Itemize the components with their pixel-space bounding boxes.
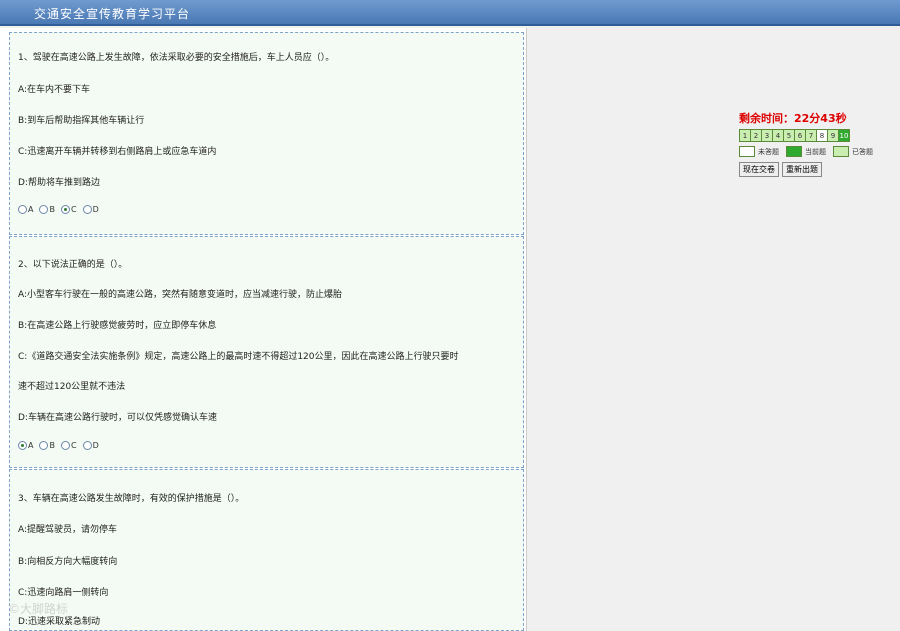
radio-label: A <box>28 441 34 450</box>
option-b: B:到车后帮助指挥其他车辆让行 <box>18 116 145 126</box>
legend-swatch-unanswered <box>739 146 755 157</box>
option-a: A:提醒驾驶员，请勿停车 <box>18 525 118 535</box>
legend-label-unanswered: 未答题 <box>758 147 779 156</box>
question-nav: 1 2 3 4 5 6 7 8 9 10 <box>739 129 877 142</box>
radio-a[interactable] <box>18 441 27 450</box>
header-bar: 交通安全宣传教育学习平台 <box>0 0 900 26</box>
radio-c[interactable] <box>60 441 70 450</box>
radio-d[interactable] <box>82 205 92 214</box>
answer-radio-group: A B C D <box>18 205 99 214</box>
legend-label-current: 当前题 <box>805 147 826 156</box>
legend-swatch-answered <box>833 146 849 157</box>
radio-b[interactable] <box>39 441 49 450</box>
radio-label: C <box>70 205 77 214</box>
legend-swatch-current <box>786 146 802 157</box>
radio-d[interactable] <box>82 441 92 450</box>
answer-radio-group: A B C D <box>18 441 99 450</box>
app-title: 交通安全宣传教育学习平台 <box>34 7 191 21</box>
action-buttons: 现在交卷 重新出题 <box>739 162 877 177</box>
option-c: C:《道路交通安全法实施条例》规定，高速公路上的最高时速不得超过120公里，因此… <box>18 352 459 362</box>
radio-c[interactable] <box>60 205 70 214</box>
option-d: D:帮助将车推到路边 <box>18 178 100 188</box>
question-block-3: 3、车辆在高速公路发生故障时，有效的保护措施是（）。 A:提醒驾驶员，请勿停车 … <box>9 469 524 631</box>
radio-a[interactable] <box>18 205 27 214</box>
radio-label: B <box>49 205 55 214</box>
option-d: D:车辆在高速公路行驶时，可以仅凭感觉确认车速 <box>18 413 217 423</box>
question-nav-item[interactable]: 10 <box>838 129 850 142</box>
legend-label-answered: 已答题 <box>852 147 873 156</box>
question-title: 2、以下说法正确的是（）。 <box>18 260 128 270</box>
option-b: B:向相反方向大幅度转向 <box>18 557 118 567</box>
question-block-1: 1、驾驶在高速公路上发生故障，依法采取必要的安全措施后，车上人员应（）。 A:在… <box>9 32 524 235</box>
option-a: A:在车内不要下车 <box>18 85 91 95</box>
radio-label: D <box>92 441 99 450</box>
legend: 未答题 当前题 已答题 <box>739 146 877 157</box>
radio-label: A <box>28 205 34 214</box>
question-title: 3、车辆在高速公路发生故障时，有效的保护措施是（）。 <box>18 494 245 504</box>
option-c: C:迅速离开车辆并转移到右侧路肩上或应急车道内 <box>18 147 217 157</box>
option-c-continued: 速不超过120公里就不违法 <box>18 382 126 392</box>
question-title: 1、驾驶在高速公路上发生故障，依法采取必要的安全措施后，车上人员应（）。 <box>18 53 335 63</box>
countdown-timer: 剩余时间：22分43秒 <box>739 112 847 125</box>
question-block-2: 2、以下说法正确的是（）。 A:小型客车行驶在一般的高速公路，突然有随意变道时，… <box>9 236 524 468</box>
regenerate-questions-button[interactable]: 重新出题 <box>782 162 822 177</box>
watermark: ©大脚路标 <box>8 602 69 616</box>
option-c: C:迅速向路肩一侧转向 <box>18 588 109 598</box>
option-b: B:在高速公路上行驶感觉疲劳时，应立即停车休息 <box>18 321 217 331</box>
radio-label: D <box>92 205 99 214</box>
radio-label: B <box>49 441 55 450</box>
radio-b[interactable] <box>39 205 49 214</box>
radio-label: C <box>70 441 77 450</box>
option-a: A:小型客车行驶在一般的高速公路，突然有随意变道时，应当减速行驶，防止爆胎 <box>18 290 343 300</box>
submit-exam-button[interactable]: 现在交卷 <box>739 162 779 177</box>
exam-sidebar: 剩余时间：22分43秒 1 2 3 4 5 6 7 8 9 10 未答题 当前题… <box>739 110 877 177</box>
question-panel: 1、驾驶在高速公路上发生故障，依法采取必要的安全措施后，车上人员应（）。 A:在… <box>0 28 527 631</box>
